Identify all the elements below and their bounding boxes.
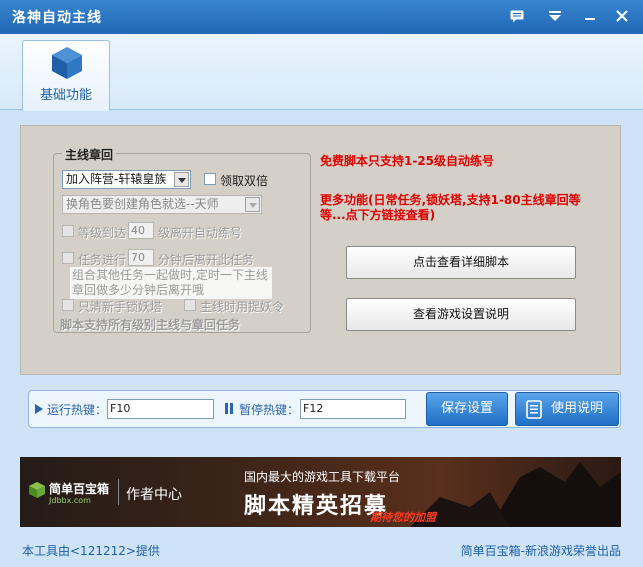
camp-select[interactable]: 加入阵营-轩辕皇族 <box>62 170 191 189</box>
run-hotkey-label: 运行热键： <box>47 403 108 417</box>
run-hotkey-input[interactable]: F10 <box>107 399 214 419</box>
pause-hotkey-input[interactable]: F12 <box>300 399 406 419</box>
pause-icon <box>225 403 233 417</box>
more-features-text: 更多功能(日常任务,锁妖塔,支持1-80主线章回等等...点下方链接查看) <box>320 193 581 222</box>
title-bar: 洛神自动主线 <box>0 0 643 34</box>
group-title: 主线章回 <box>62 146 117 163</box>
ad-banner[interactable]: 简单百宝箱 Jdbbx.com 作者中心 国内最大的游戏工具下载平台 脚本精英招… <box>20 457 621 527</box>
instructions-button-label: 使用说明 <box>550 401 603 416</box>
level-prefix: 等级到达 <box>78 226 127 240</box>
box-logo-icon <box>28 481 46 502</box>
banner-headline-big: 脚本精英招募 <box>244 493 389 519</box>
camp-select-value: 加入阵营-轩辕皇族 <box>66 172 167 186</box>
role-select-value: 换角色要创建角色就选--天师 <box>66 197 219 211</box>
only-lock-tower-checkbox[interactable] <box>62 299 74 311</box>
window-title: 洛神自动主线 <box>12 10 102 26</box>
level-input[interactable]: 40 <box>128 222 154 239</box>
cube-icon <box>50 45 84 84</box>
task-time-checkbox[interactable] <box>62 252 74 264</box>
footer-publisher-link[interactable]: 简单百宝箱-新浪游戏荣誉出品 <box>461 542 621 559</box>
support-text: 脚本支持所有级别主线与章回任务 <box>60 318 241 332</box>
save-settings-button[interactable]: 保存设置 <box>426 392 508 426</box>
combine-note: 组合其他任务一起做时,定时一下主线章回做多少分钟后离开哦 <box>70 267 272 299</box>
only-lock-tower-label: 只清新手锁妖塔 <box>78 300 163 314</box>
free-version-text: 免费脚本只支持1-25级自动练号 <box>320 154 495 168</box>
role-select[interactable]: 换角色要创建角色就选--天师 <box>62 195 262 214</box>
catch-demon-label: 主线时用捉妖令 <box>200 300 285 314</box>
tab-label: 基础功能 <box>39 88 92 103</box>
footer-provider-text: 本工具由<121212>提供 <box>22 544 160 558</box>
play-icon <box>35 403 43 417</box>
document-icon <box>526 400 542 432</box>
main-panel: 主线章回 加入阵营-轩辕皇族 领取双倍 换角色要创建角色就选--天师 等级到达 … <box>20 125 621 375</box>
banner-divider <box>118 479 119 505</box>
task-time-prefix: 任务进行 <box>78 253 127 267</box>
level-checkbox[interactable] <box>62 225 74 237</box>
feedback-icon[interactable] <box>507 7 527 27</box>
task-time-input[interactable]: 70 <box>128 249 154 266</box>
banner-logo-url: Jdbbx.com <box>49 496 91 505</box>
level-suffix: 级离开自动练号 <box>158 226 243 240</box>
banner-author-center: 作者中心 <box>126 487 182 503</box>
banner-tagline: 期待您的加盟 <box>370 511 436 524</box>
banner-headline-small: 国内最大的游戏工具下载平台 <box>244 470 401 484</box>
double-exp-label: 领取双倍 <box>220 174 269 188</box>
chevron-down-icon <box>245 197 260 212</box>
close-icon[interactable] <box>612 7 632 27</box>
main-chapter-group: 主线章回 加入阵营-轩辕皇族 领取双倍 换角色要创建角色就选--天师 等级到达 … <box>53 146 311 333</box>
minimize-icon[interactable] <box>580 7 600 27</box>
chevron-down-icon <box>174 172 189 187</box>
pause-hotkey-label: 暂停热键： <box>239 403 300 417</box>
catch-demon-checkbox[interactable] <box>184 299 196 311</box>
tab-basic-functions[interactable]: 基础功能 <box>22 40 110 111</box>
double-exp-checkbox[interactable] <box>204 173 216 185</box>
view-detail-script-button[interactable]: 点击查看详细脚本 <box>346 246 576 279</box>
banner-logo-name: 简单百宝箱 <box>49 482 110 496</box>
view-game-settings-button[interactable]: 查看游戏设置说明 <box>346 298 576 331</box>
instructions-button[interactable]: 使用说明 <box>515 392 619 426</box>
menu-dropdown-icon[interactable] <box>545 7 565 27</box>
tab-bar: 基础功能 <box>0 34 643 111</box>
task-time-suffix: 分钟后离开此任务 <box>158 253 255 267</box>
